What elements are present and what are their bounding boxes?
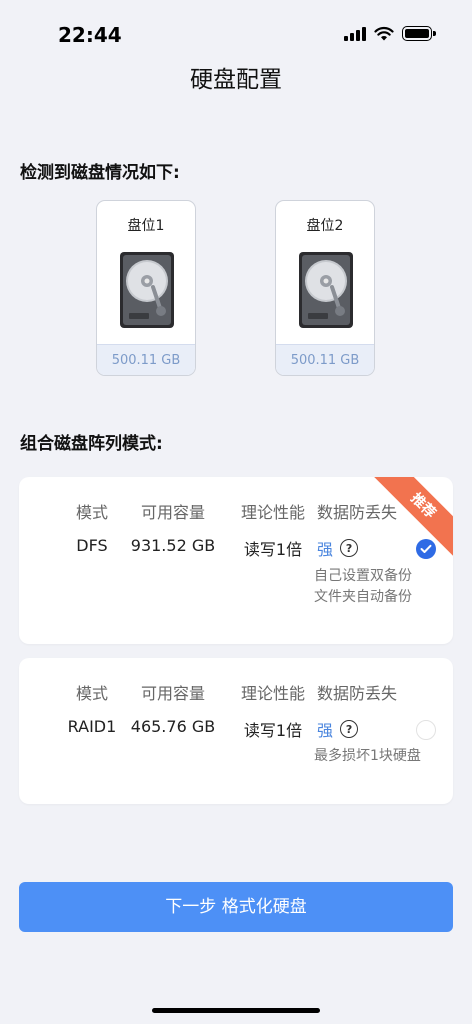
cellular-signal-icon (344, 26, 366, 41)
column-header-mode: 模式 (75, 684, 108, 703)
column-header-performance: 理论性能 (240, 503, 305, 522)
column-header-capacity: 可用容量 (140, 503, 205, 522)
mode-capacity: 931.52 GB (130, 536, 216, 555)
mode-capacity: 465.76 GB (130, 717, 216, 736)
protection-level: 强 ? (317, 717, 359, 741)
mode-option-raid1[interactable]: 模式 可用容量 理论性能 数据防丢失 RAID1 465.76 GB 读写1倍 … (19, 658, 453, 804)
mode-performance: 读写1倍 (243, 540, 303, 559)
next-format-button[interactable]: 下一步 格式化硬盘 (19, 882, 453, 932)
column-header-protection: 数据防丢失 (317, 503, 398, 522)
hard-drive-icon (120, 252, 174, 328)
disk-capacity: 500.11 GB (97, 344, 195, 375)
disk-capacity: 500.11 GB (276, 344, 374, 375)
protection-level-text: 强 (317, 540, 334, 559)
status-time: 22:44 (58, 23, 122, 47)
hard-drive-icon (299, 252, 353, 328)
protection-level-text: 强 (317, 721, 334, 740)
mode-name: RAID1 (67, 717, 117, 736)
disk-card-slot-2: 盘位2 500.11 GB (275, 200, 375, 376)
help-icon[interactable]: ? (340, 539, 359, 557)
wifi-icon (374, 26, 394, 41)
home-indicator[interactable] (152, 1008, 320, 1013)
mode-description: 最多损坏1块硬盘 (314, 748, 421, 764)
protection-level: 强 ? (317, 536, 359, 560)
disk-slot-label: 盘位1 (127, 218, 165, 234)
column-header-protection: 数据防丢失 (317, 684, 398, 703)
column-header-capacity: 可用容量 (140, 684, 205, 703)
status-bar: 22:44 (0, 0, 472, 62)
status-icons (344, 26, 436, 41)
disk-card-slot-1: 盘位1 500.11 GB (96, 200, 196, 376)
mode-performance: 读写1倍 (243, 721, 303, 740)
array-mode-heading: 组合磁盘阵列模式: (20, 434, 163, 454)
mode-option-dfs[interactable]: 模式 可用容量 理论性能 数据防丢失 DFS 931.52 GB 读写1倍 强 … (19, 477, 453, 644)
mode-description: 自己设置双备份 文件夹自动备份 (314, 568, 412, 605)
help-icon[interactable]: ? (340, 720, 359, 738)
mode-name: DFS (76, 536, 108, 555)
disk-slot-label: 盘位2 (306, 218, 344, 234)
page-title: 硬盘配置 (190, 67, 282, 93)
column-header-performance: 理论性能 (240, 684, 305, 703)
selected-check-icon[interactable] (416, 539, 436, 559)
battery-icon (402, 26, 436, 41)
unselected-radio[interactable] (416, 720, 436, 740)
column-header-mode: 模式 (75, 503, 108, 522)
detected-disks-heading: 检测到磁盘情况如下: (20, 163, 180, 183)
